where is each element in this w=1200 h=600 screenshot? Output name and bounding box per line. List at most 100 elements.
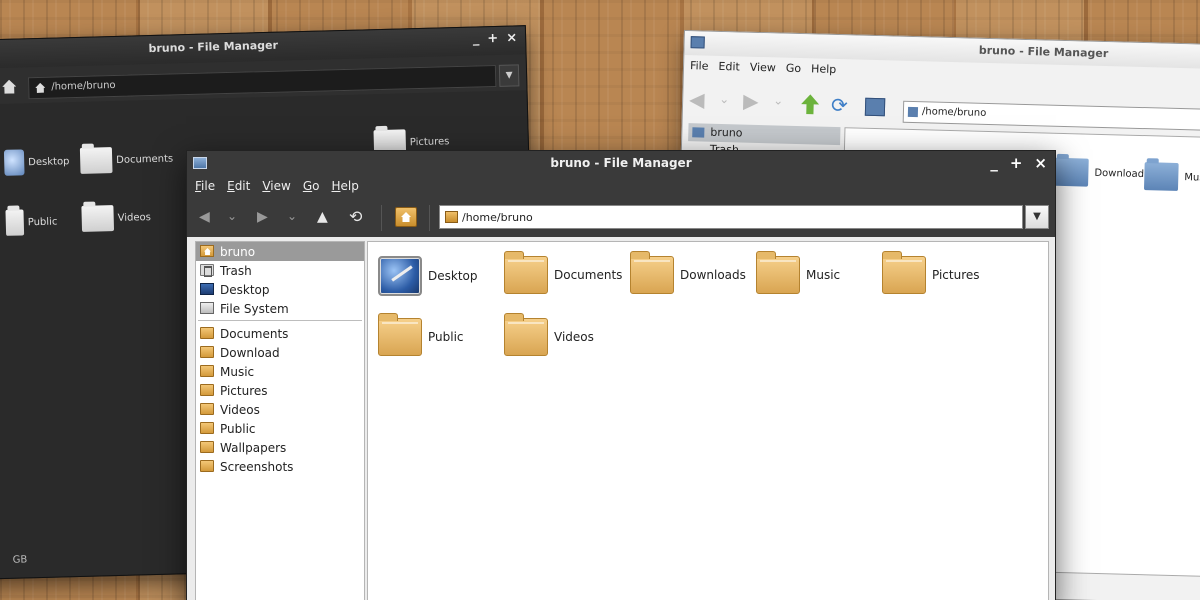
forward-history-dropdown-icon[interactable]: ⌄ xyxy=(287,209,297,223)
maximize-button[interactable]: + xyxy=(1010,154,1023,172)
desktop-icon xyxy=(378,256,422,296)
light-menu-edit[interactable]: Edit xyxy=(718,60,740,74)
dark-icon-public[interactable]: Public xyxy=(5,209,58,236)
file-item-videos[interactable]: Videos xyxy=(504,313,594,356)
toolbar-separator xyxy=(429,205,430,231)
file-item-label: Downloads xyxy=(680,268,746,282)
sidebar-item-label: bruno xyxy=(220,245,256,259)
sidebar-item-bruno[interactable]: bruno xyxy=(196,242,364,261)
light-back-icon[interactable]: ◀ xyxy=(689,87,705,111)
sidebar-places: bruno Trash Desktop File System xyxy=(196,242,364,318)
window-body: bruno Trash Desktop File System Document… xyxy=(187,237,1055,600)
sidebar-item-documents[interactable]: Documents xyxy=(196,324,364,343)
forward-arrow-icon[interactable]: ▶ xyxy=(257,209,268,225)
menu-help-label: elp xyxy=(340,179,359,193)
file-item-label: Desktop xyxy=(428,269,478,283)
location-text: /home/bruno xyxy=(462,211,533,224)
sidebar-item-public[interactable]: Public xyxy=(196,419,364,438)
dark-maximize-button[interactable]: + xyxy=(487,31,498,46)
light-menu-help[interactable]: Help xyxy=(811,62,836,76)
toolbar-separator xyxy=(381,205,382,231)
dark-home-icon[interactable] xyxy=(2,80,16,94)
home-folder-icon xyxy=(200,245,214,257)
file-item-desktop[interactable]: Desktop xyxy=(378,256,478,296)
file-item-downloads[interactable]: Downloads xyxy=(630,251,746,294)
dark-icon-label: Desktop xyxy=(28,155,70,168)
back-history-dropdown-icon[interactable]: ⌄ xyxy=(227,209,237,223)
desktop-icon xyxy=(3,149,25,176)
menu-help[interactable]: Help xyxy=(331,179,358,193)
light-forward-history-icon[interactable]: ⌄ xyxy=(773,93,783,107)
light-reload-icon[interactable]: ⟳ xyxy=(831,93,848,117)
file-item-public[interactable]: Public xyxy=(378,313,464,356)
back-arrow-icon[interactable]: ◀ xyxy=(199,209,210,225)
dark-minimize-button[interactable]: _ xyxy=(473,31,480,46)
sidebar-item-label: Wallpapers xyxy=(220,441,287,455)
sidebar-item-music[interactable]: Music xyxy=(196,362,364,381)
sidebar-item-wallpapers[interactable]: Wallpapers xyxy=(196,438,364,457)
light-menu-file[interactable]: File xyxy=(690,59,709,72)
menu-file-label: ile xyxy=(201,179,216,193)
sidebar-item-screenshots[interactable]: Screenshots xyxy=(196,457,364,476)
trash-icon xyxy=(200,264,214,277)
dark-location-dropdown-button[interactable]: ▼ xyxy=(498,64,520,87)
location-dropdown-button[interactable]: ▼ xyxy=(1025,205,1049,229)
menu-go[interactable]: Go xyxy=(303,179,320,193)
reload-icon[interactable]: ⟲ xyxy=(349,207,362,226)
dark-location-bar[interactable]: /home/bruno xyxy=(27,64,497,100)
minimize-button[interactable]: _ xyxy=(990,154,998,172)
dark-icon-videos[interactable]: Videos xyxy=(81,204,151,232)
file-item-documents[interactable]: Documents xyxy=(504,251,622,294)
menubar: File Edit View Go Help xyxy=(195,179,359,193)
sidebar-item-label: Public xyxy=(220,422,256,436)
folder-icon xyxy=(378,313,422,356)
dark-close-button[interactable]: × xyxy=(506,30,517,45)
menu-go-mnemonic: G xyxy=(302,179,313,193)
dark-icon-documents[interactable]: Documents xyxy=(79,145,174,174)
folder-icon xyxy=(5,209,25,236)
menu-view[interactable]: View xyxy=(262,179,290,193)
sidebar-item-label: Download xyxy=(220,346,280,360)
sidebar-item-download[interactable]: Download xyxy=(196,343,364,362)
folder-icon xyxy=(1143,162,1179,191)
file-view: Desktop Documents Downloads Music Pictur… xyxy=(367,241,1049,600)
sidebar-item-file-system[interactable]: File System xyxy=(196,299,364,318)
sidebar-item-label: File System xyxy=(220,302,289,316)
menu-edit[interactable]: Edit xyxy=(227,179,250,193)
window-buttons: _ + × xyxy=(990,154,1047,172)
home-icon[interactable] xyxy=(395,207,417,227)
folder-icon xyxy=(79,147,113,174)
light-icon-music[interactable]: Music xyxy=(1143,162,1200,192)
light-forward-icon[interactable]: ▶ xyxy=(743,89,759,113)
file-item-pictures[interactable]: Pictures xyxy=(882,251,980,294)
light-menu-go[interactable]: Go xyxy=(786,62,802,75)
light-up-icon[interactable] xyxy=(801,94,820,114)
dark-icon-label: Videos xyxy=(117,211,152,224)
light-location-bar[interactable]: /home/bruno xyxy=(902,100,1200,132)
light-back-history-icon[interactable]: ⌄ xyxy=(719,92,729,106)
sidebar-item-pictures[interactable]: Pictures xyxy=(196,381,364,400)
file-manager-window: bruno - File Manager _ + × File Edit Vie… xyxy=(186,150,1056,600)
dark-icon-desktop[interactable]: Desktop xyxy=(3,148,70,176)
sidebar-item-desktop[interactable]: Desktop xyxy=(196,280,364,299)
dark-window-buttons: _ + × xyxy=(473,30,518,46)
up-arrow-icon[interactable]: ▲ xyxy=(317,209,328,225)
file-item-music[interactable]: Music xyxy=(756,251,840,294)
light-menu-view[interactable]: View xyxy=(750,61,776,75)
light-home-icon[interactable] xyxy=(864,97,886,117)
light-location-home-icon xyxy=(907,106,919,118)
sidebar-item-trash[interactable]: Trash xyxy=(196,261,364,280)
menu-file[interactable]: File xyxy=(195,179,215,193)
folder-icon xyxy=(200,346,214,358)
menu-view-label: iew xyxy=(270,179,291,193)
menu-edit-label: dit xyxy=(234,179,251,193)
file-item-label: Public xyxy=(428,330,464,344)
close-button[interactable]: × xyxy=(1034,154,1047,172)
sidebar-item-videos[interactable]: Videos xyxy=(196,400,364,419)
light-icon-downloads[interactable]: Downloads xyxy=(1054,157,1150,188)
sidebar-item-label: Desktop xyxy=(220,283,270,297)
titlebar: bruno - File Manager _ + × xyxy=(187,151,1055,175)
location-input[interactable]: /home/bruno xyxy=(439,205,1023,229)
file-item-label: Videos xyxy=(554,330,594,344)
file-item-label: Pictures xyxy=(932,268,980,282)
